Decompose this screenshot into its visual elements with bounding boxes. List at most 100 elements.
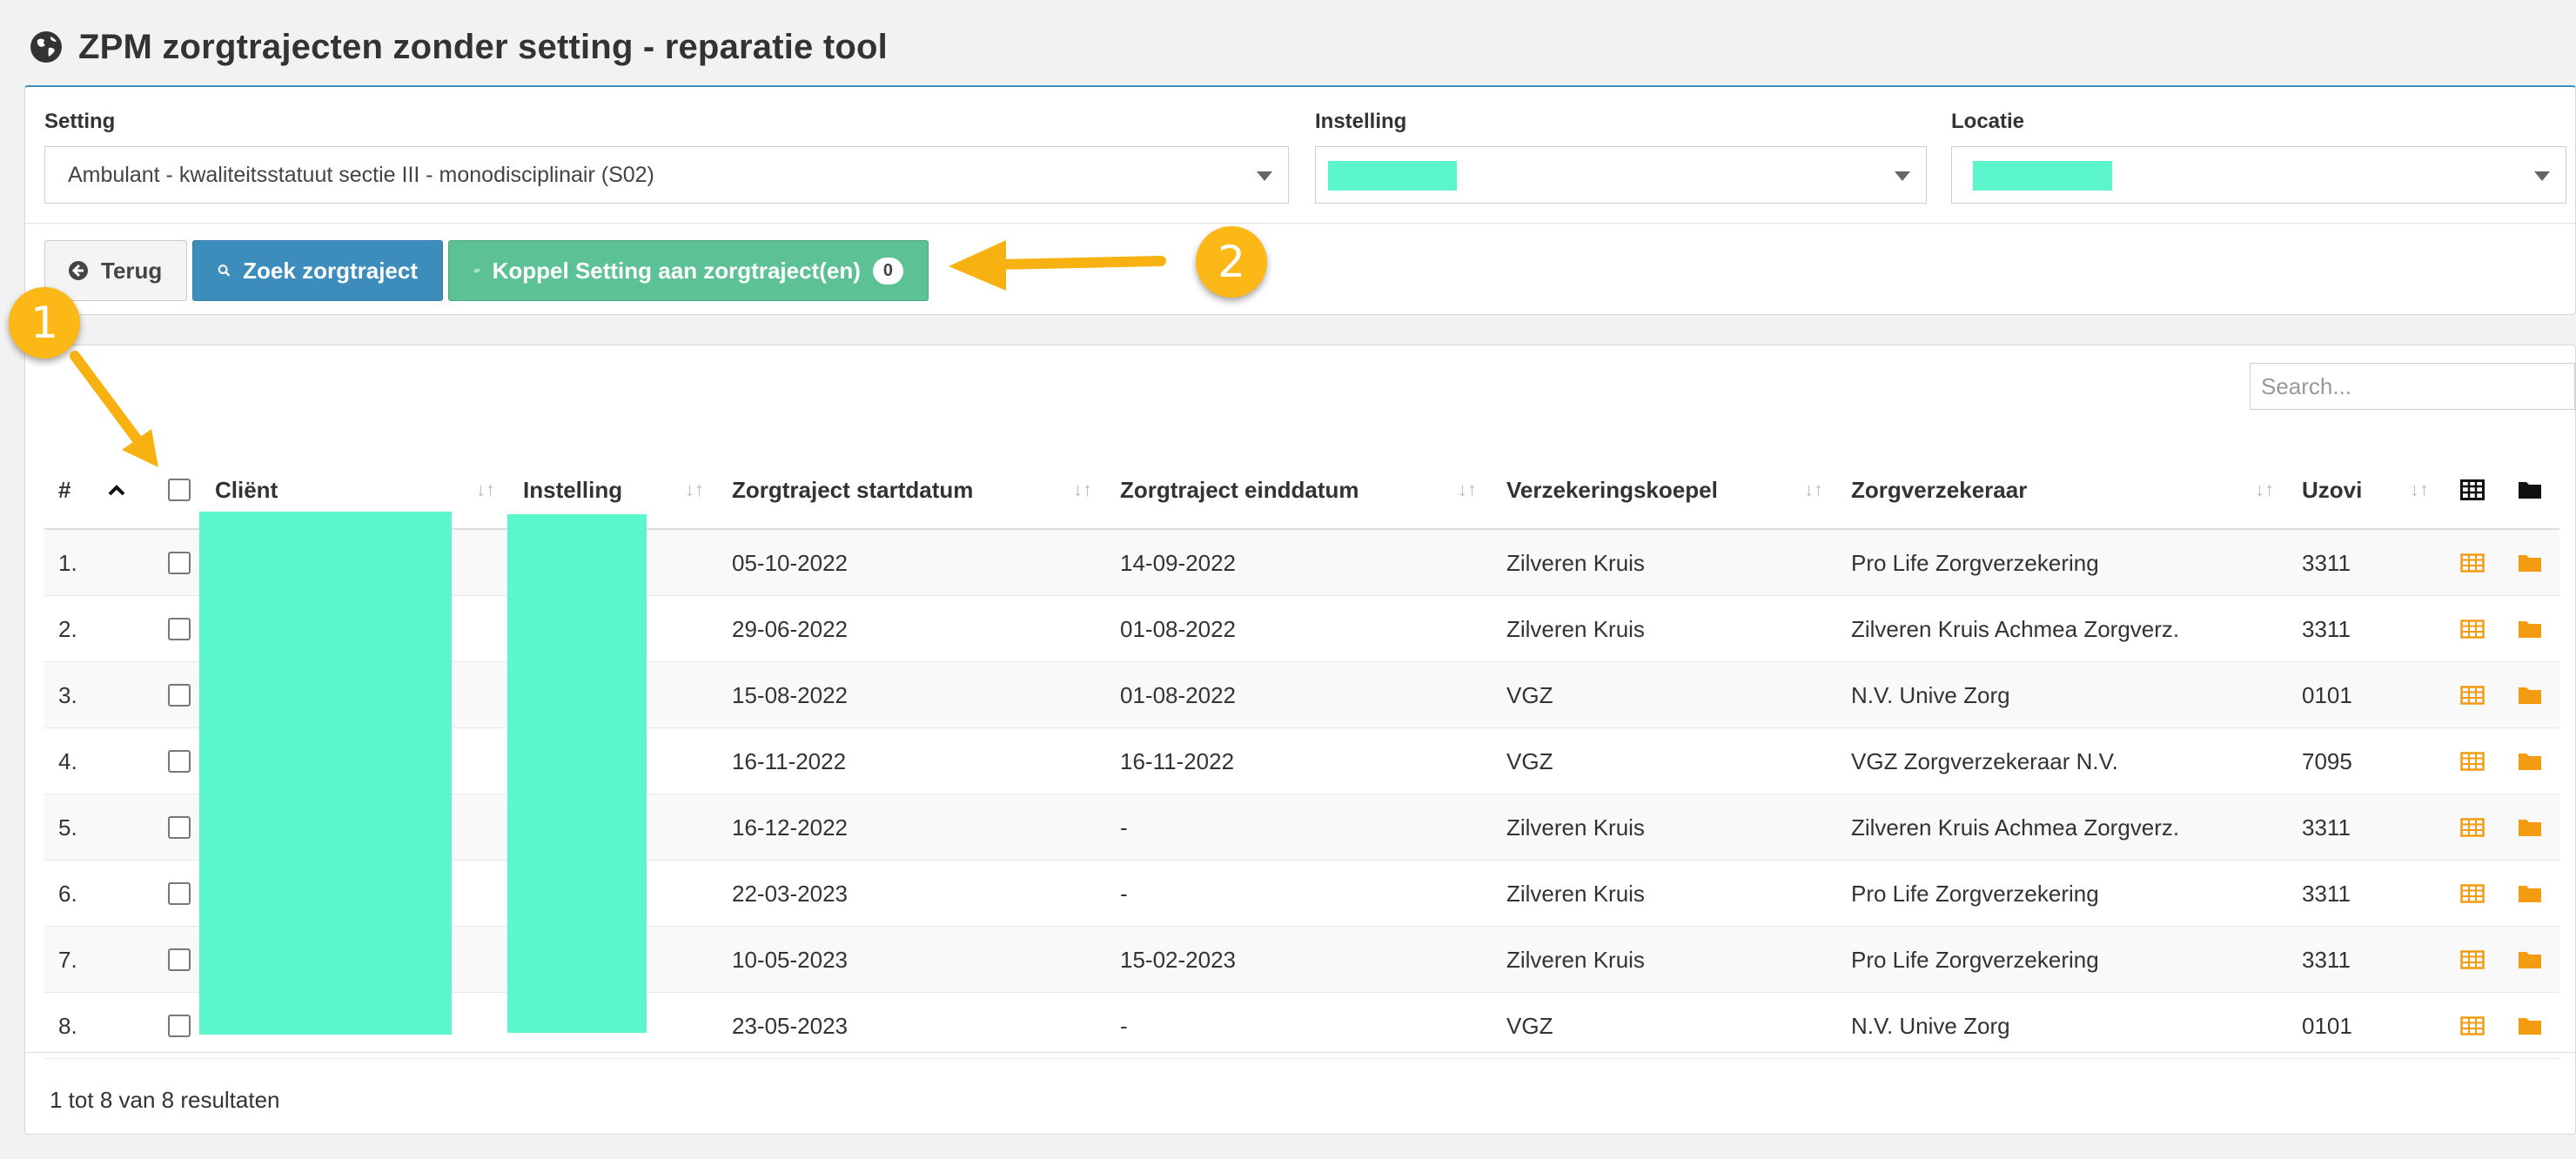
column-header-koepel[interactable]: Verzekeringskoepel (1506, 450, 1718, 530)
row-checkbox-cell (168, 993, 191, 1059)
start-date: 10-05-2023 (732, 946, 848, 973)
redacted-value (1973, 161, 2112, 191)
insurer: Pro Life Zorgverzekering (1851, 549, 2099, 576)
folder-icon (2519, 482, 2541, 499)
folder-icon[interactable] (2518, 861, 2542, 927)
search-icon (218, 265, 231, 277)
divider (25, 223, 2575, 224)
search-zorgtraject-button[interactable]: Zoek zorgtraject (192, 240, 443, 301)
table-icon (2460, 479, 2485, 500)
row-checkbox-cell (168, 662, 191, 728)
end-date: - (1120, 1012, 1128, 1039)
table-search-input[interactable] (2250, 363, 2575, 410)
row-checkbox[interactable] (168, 552, 191, 574)
back-button[interactable]: Terug (44, 240, 187, 301)
end-date: 01-08-2022 (1120, 681, 1236, 708)
row-checkbox[interactable] (168, 618, 191, 640)
folder-icon[interactable] (2518, 927, 2542, 993)
insurance-group: Zilveren Kruis (1506, 880, 1645, 907)
chevron-up-icon (108, 485, 125, 496)
end-date: 01-08-2022 (1120, 615, 1236, 642)
table-icon[interactable] (2460, 530, 2485, 596)
table-panel: # Cliënt ↓↑ Instelling ↓↑ Zorgtraject st… (24, 345, 2576, 1135)
column-header-uzovi[interactable]: Uzovi (2302, 450, 2362, 530)
uzovi-code: 3311 (2302, 946, 2351, 973)
locatie-select[interactable] (1951, 146, 2566, 204)
setting-select[interactable]: Ambulant - kwaliteitsstatuut sectie III … (44, 146, 1289, 204)
table-icon[interactable] (2460, 794, 2485, 861)
row-checkbox[interactable] (168, 816, 191, 839)
globe-icon (30, 31, 62, 63)
sort-icon[interactable]: ↓↑ (1073, 450, 1092, 530)
row-checkbox[interactable] (168, 684, 191, 707)
sort-icon[interactable]: ↓↑ (476, 450, 495, 530)
table-icon[interactable] (2460, 993, 2485, 1059)
locatie-label: Locatie (1951, 110, 2025, 133)
folder-icon[interactable] (2518, 794, 2542, 861)
column-header-end[interactable]: Zorgtraject einddatum (1120, 450, 1358, 530)
row-number: 4. (58, 747, 77, 774)
row-number: 1. (58, 549, 77, 576)
sort-icon[interactable]: ↓↑ (2255, 450, 2274, 530)
row-checkbox[interactable] (168, 882, 191, 905)
folder-icon[interactable] (2518, 662, 2542, 728)
toolbar: Terug Zoek zorgtraject Koppel Setting aa… (44, 240, 929, 303)
insurance-group: VGZ (1506, 681, 1553, 708)
table-icon[interactable] (2460, 728, 2485, 794)
insurer: Zilveren Kruis Achmea Zorgverz. (1851, 615, 2180, 642)
table-icon[interactable] (2460, 861, 2485, 927)
back-label: Terug (101, 257, 163, 284)
filter-panel: Setting Ambulant - kwaliteitsstatuut sec… (24, 85, 2576, 315)
row-checkbox-cell (168, 596, 191, 662)
setting-label: Setting (44, 110, 116, 133)
folder-header-cell (2518, 450, 2542, 530)
uzovi-code: 3311 (2302, 880, 2351, 907)
end-date: 15-02-2023 (1120, 946, 1236, 973)
sort-icon[interactable]: ↓↑ (1804, 450, 1823, 530)
insurance-group: Zilveren Kruis (1506, 615, 1645, 642)
caret-down-icon (1257, 171, 1272, 181)
end-date: - (1120, 814, 1128, 841)
row-number: 7. (58, 946, 77, 973)
table-icon[interactable] (2460, 662, 2485, 728)
table-icon[interactable] (2460, 596, 2485, 662)
link-setting-button[interactable]: Koppel Setting aan zorgtraject(en) 0 (448, 240, 929, 301)
row-number: 6. (58, 880, 77, 907)
folder-icon[interactable] (2518, 728, 2542, 794)
uzovi-code: 7095 (2302, 747, 2352, 774)
table-icon[interactable] (2460, 927, 2485, 993)
start-date: 15-08-2022 (732, 681, 848, 708)
link-icon (473, 269, 480, 272)
selected-count-badge: 0 (872, 257, 903, 285)
row-checkbox[interactable] (168, 948, 191, 971)
sort-icon[interactable]: ↓↑ (1458, 450, 1477, 530)
column-header-start[interactable]: Zorgtraject startdatum (732, 450, 973, 530)
annotation-arrow-icon (949, 240, 1166, 291)
insurance-group: Zilveren Kruis (1506, 814, 1645, 841)
setting-field: Setting Ambulant - kwaliteitsstatuut sec… (44, 110, 1289, 204)
row-number: 2. (58, 615, 77, 642)
instelling-select[interactable] (1315, 146, 1927, 204)
insurance-group: Zilveren Kruis (1506, 549, 1645, 576)
results-summary: 1 tot 8 van 8 resultaten (50, 1087, 280, 1113)
row-checkbox[interactable] (168, 750, 191, 773)
row-checkbox[interactable] (168, 1015, 191, 1037)
page-header: ZPM zorgtrajecten zonder setting - repar… (30, 21, 888, 73)
folder-icon[interactable] (2518, 596, 2542, 662)
table-view-header-cell (2460, 450, 2485, 530)
row-number: 8. (58, 1012, 77, 1039)
folder-icon[interactable] (2518, 993, 2542, 1059)
uzovi-code: 0101 (2302, 1012, 2352, 1039)
insurer: Zilveren Kruis Achmea Zorgverz. (1851, 814, 2180, 841)
start-date: 05-10-2022 (732, 549, 848, 576)
select-all-checkbox[interactable] (168, 479, 191, 501)
column-header-verzekeraar[interactable]: Zorgverzekeraar (1851, 450, 2027, 530)
caret-down-icon (1895, 171, 1910, 181)
instelling-label: Instelling (1315, 110, 1407, 133)
folder-icon[interactable] (2518, 530, 2542, 596)
sort-icon[interactable]: ↓↑ (685, 450, 704, 530)
insurer: N.V. Unive Zorg (1851, 681, 2010, 708)
instelling-field: Instelling (1315, 110, 1927, 204)
redacted-value (1328, 161, 1457, 191)
sort-icon[interactable]: ↓↑ (2410, 450, 2429, 530)
